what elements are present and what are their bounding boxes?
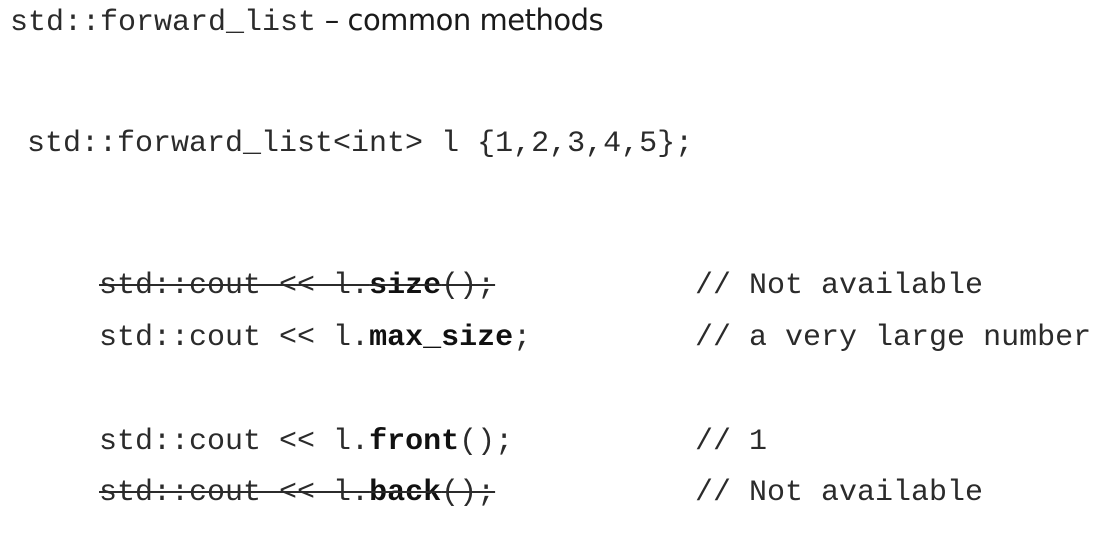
title-text: – common methods [316, 3, 604, 37]
statement-prefix: std::cout << l. [99, 321, 370, 355]
code-line-front: std::cout << l.front();// 1 [27, 382, 767, 459]
declaration-line: std::forward_list<int> l {1,2,3,4,5}; [27, 127, 694, 161]
code-line-back: std::cout << l.back(); // Not available [27, 433, 983, 510]
statement-prefix: std::cout << l. [99, 476, 370, 510]
code-line-max-size: std::cout << l.max_size;// a very large … [27, 278, 1091, 355]
method-name: back [369, 476, 442, 510]
statement: std::cout << l.max_size; [99, 318, 695, 358]
struck-statement: std::cout << l.back(); [99, 476, 495, 510]
code-comment: // a very large number [695, 321, 1092, 355]
slide: std::forward_list – common methods std::… [0, 0, 1109, 510]
code-comment: // Not available [695, 476, 984, 510]
slide-title: std::forward_list – common methods [10, 0, 604, 40]
statement-suffix: (); [441, 476, 496, 510]
statement: std::cout << l.back(); [99, 473, 695, 513]
title-code: std::forward_list [10, 6, 317, 40]
method-name: max_size [369, 321, 514, 355]
statement-suffix: ; [513, 321, 532, 355]
code-line-size: std::cout << l.size();// Not available [27, 226, 983, 303]
